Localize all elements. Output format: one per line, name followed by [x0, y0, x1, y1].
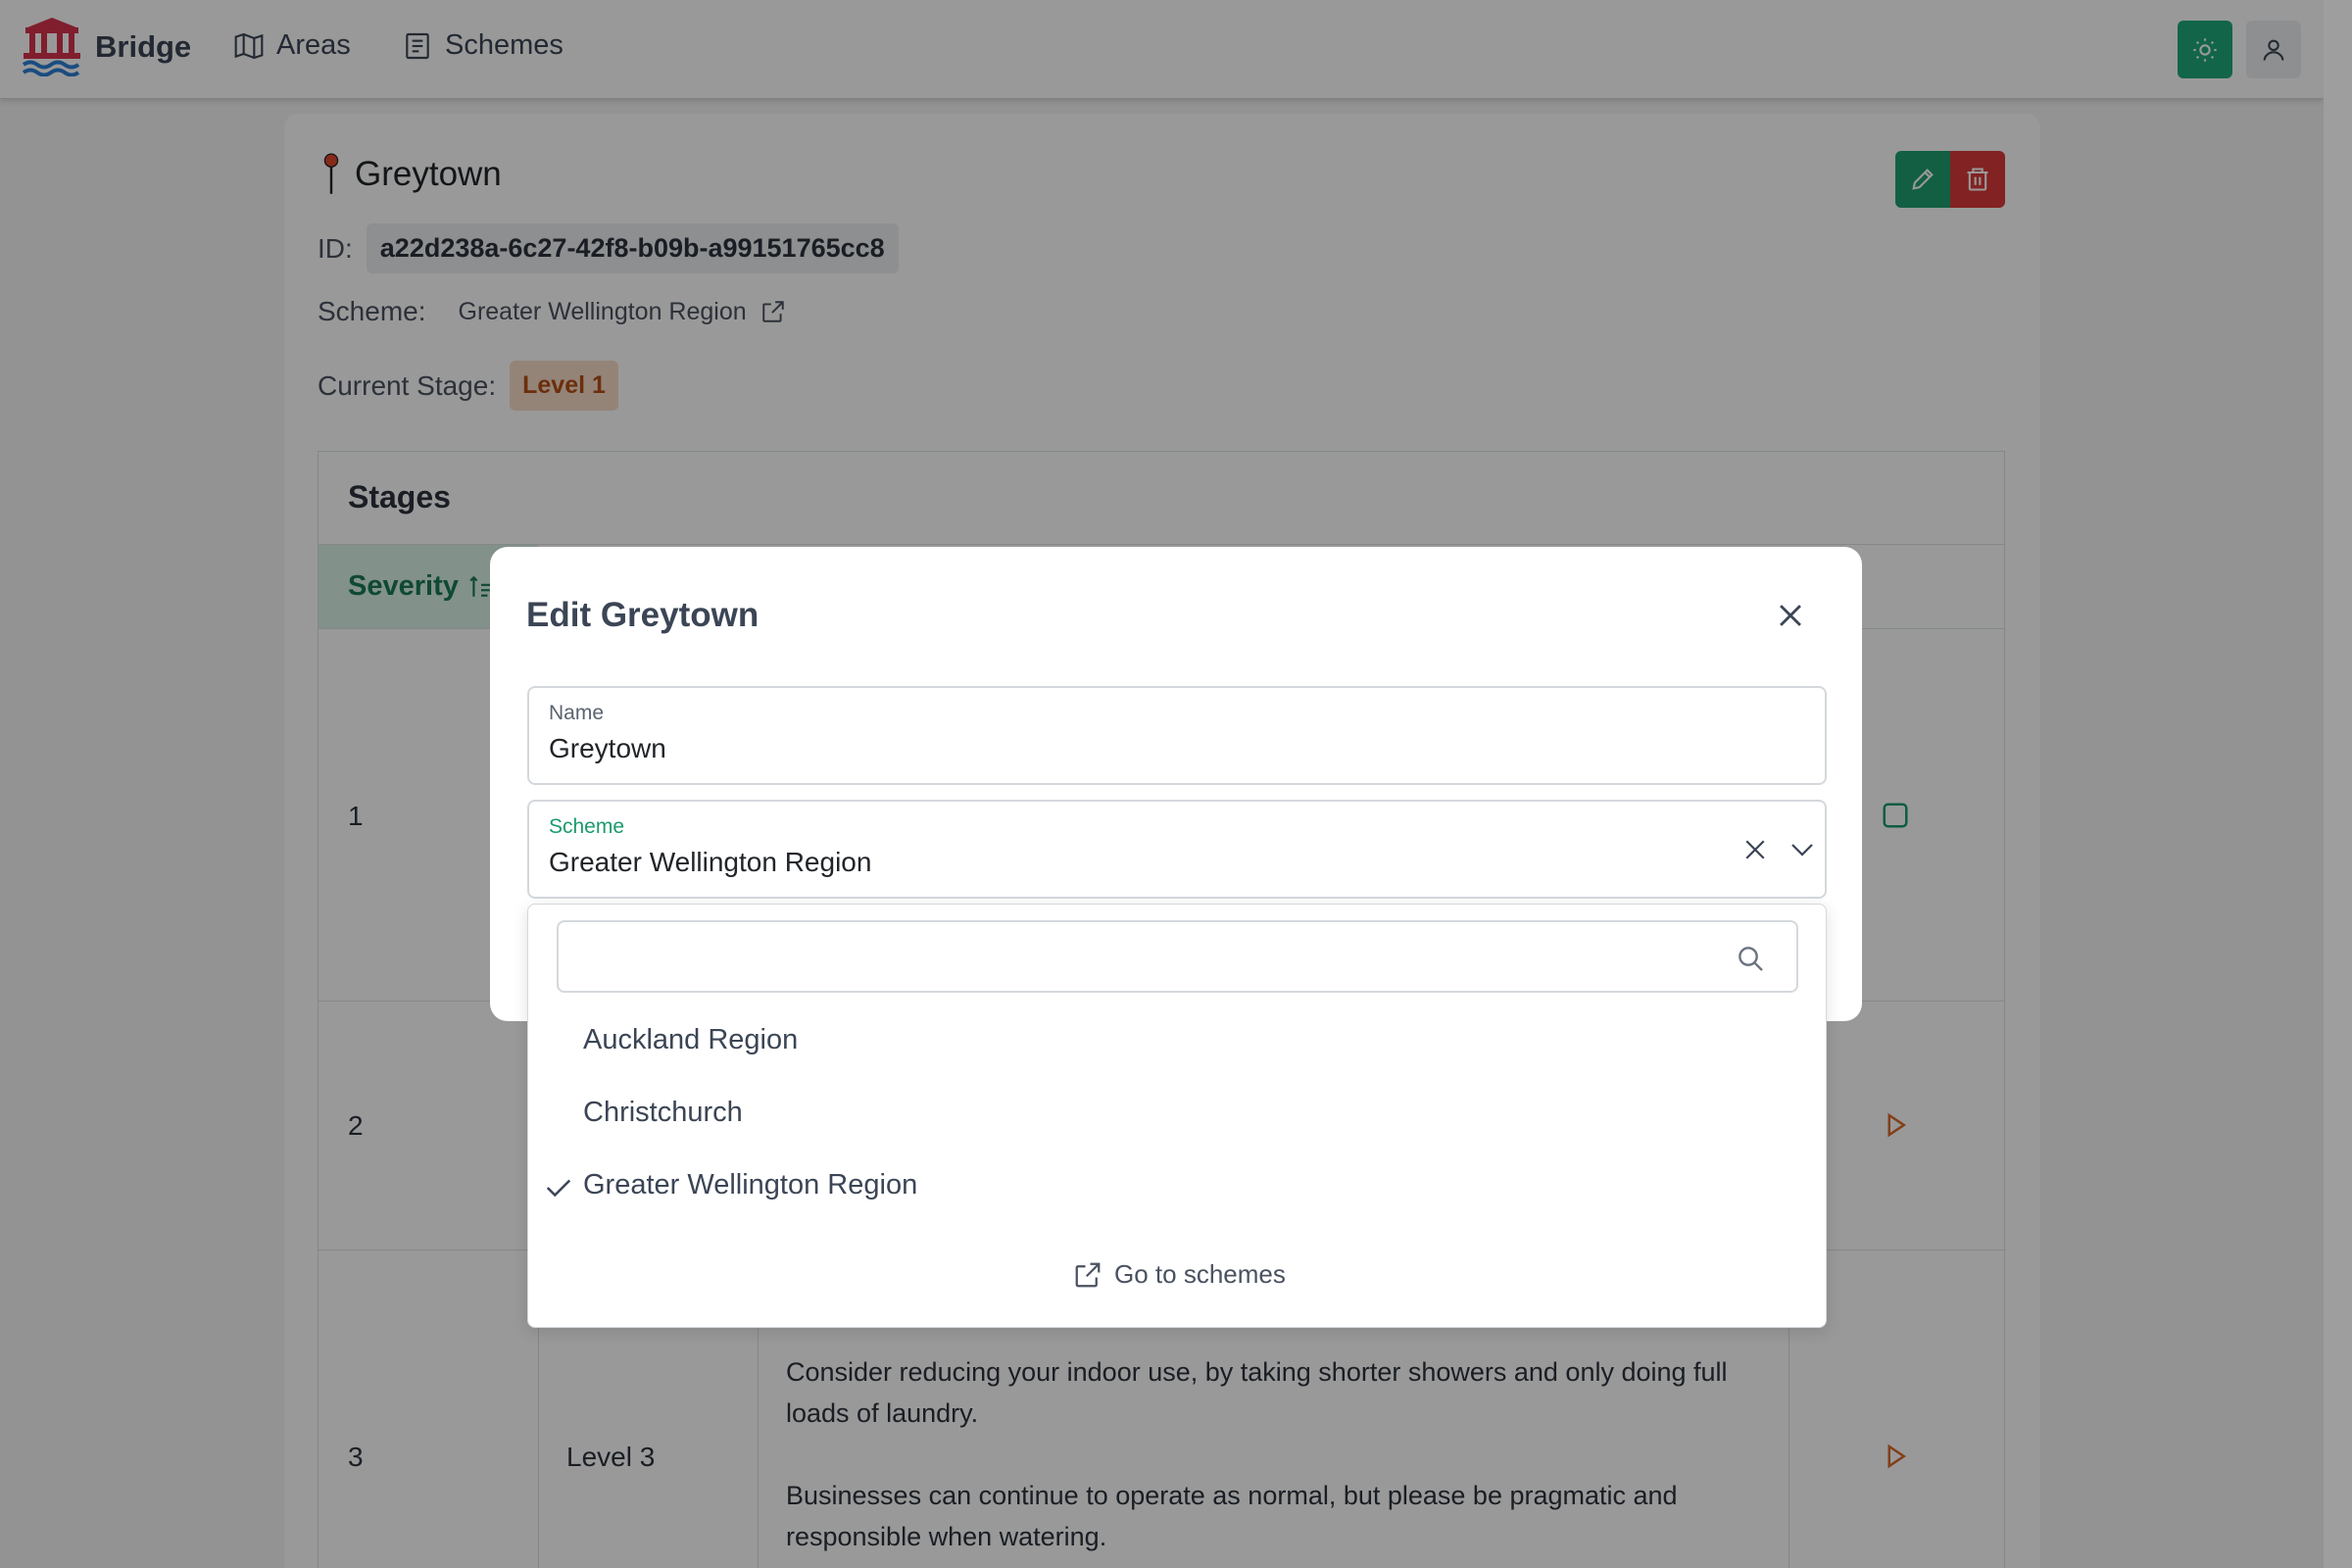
search-icon: [1739, 947, 1763, 971]
dropdown-search-input[interactable]: [572, 936, 1729, 979]
check-icon: [546, 1179, 571, 1198]
dropdown-option[interactable]: Auckland Region: [528, 1010, 1828, 1073]
go-to-schemes-link[interactable]: Go to schemes: [1073, 1259, 1286, 1290]
scrollbar-backdrop: [2324, 0, 2352, 1568]
dropdown-option-label: Greater Wellington Region: [583, 1169, 918, 1200]
close-icon[interactable]: [1774, 599, 1807, 632]
chevron-down-icon[interactable]: [1788, 835, 1817, 864]
name-field-label: Name: [549, 702, 605, 724]
modal-title: Edit Greytown: [526, 596, 760, 634]
name-field[interactable]: Name Greytown: [527, 686, 1827, 785]
dropdown-option[interactable]: Christchurch: [528, 1083, 1828, 1146]
scheme-select-label: Scheme: [549, 815, 625, 838]
scheme-select[interactable]: Scheme Greater Wellington Region: [527, 800, 1827, 899]
dropdown-option-label: Auckland Region: [583, 1024, 799, 1055]
dropdown-option-label: Christchurch: [583, 1097, 743, 1128]
scheme-select-value: Greater Wellington Region: [549, 847, 872, 877]
dropdown-search[interactable]: [557, 920, 1798, 993]
go-to-schemes-label: Go to schemes: [1114, 1259, 1286, 1289]
scheme-dropdown: Auckland Region Christchurch Greater Wel…: [527, 904, 1827, 1328]
external-link-icon: [1075, 1262, 1101, 1287]
dropdown-option-selected[interactable]: Greater Wellington Region: [528, 1155, 1828, 1218]
name-field-value[interactable]: Greytown: [549, 733, 666, 764]
clear-icon[interactable]: [1740, 835, 1770, 864]
